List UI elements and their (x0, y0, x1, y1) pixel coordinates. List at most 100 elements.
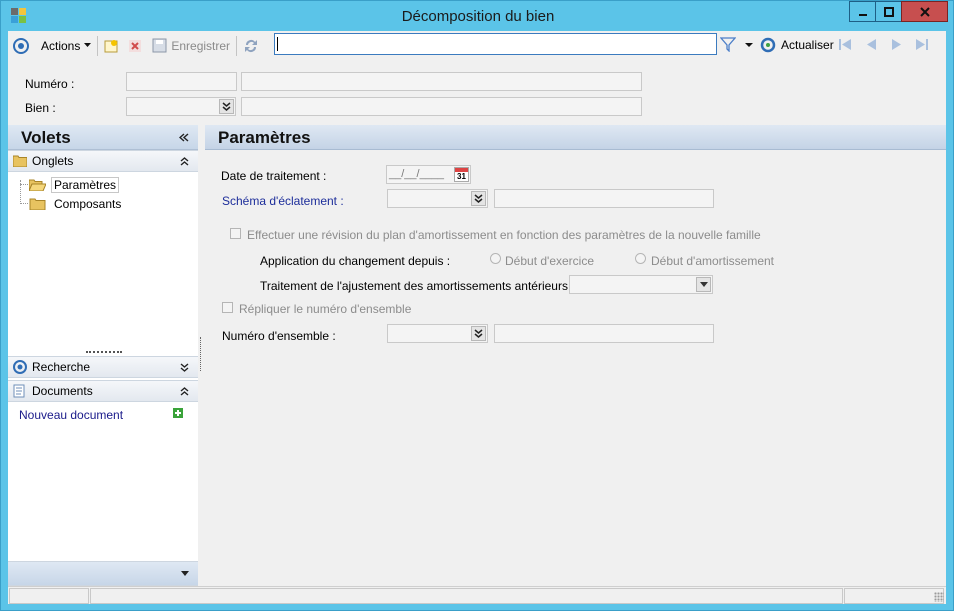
filter-dropdown-icon[interactable] (745, 43, 753, 48)
bien-combo-button[interactable] (219, 99, 234, 114)
numero-ensemble-combo-button[interactable] (471, 326, 486, 341)
repliquer-checkbox[interactable] (222, 302, 233, 313)
double-chevron-down-icon (222, 102, 231, 111)
minimize-button[interactable] (849, 1, 876, 22)
previous-record-icon[interactable] (864, 38, 878, 51)
window-title: Décomposition du bien (401, 8, 555, 25)
params-form: Date de traitement : __/__/____ 31 Schém… (205, 151, 946, 586)
save-label: Enregistrer (171, 38, 231, 53)
close-button[interactable] (901, 1, 948, 22)
numero-ensemble-label: Numéro d'ensemble : (222, 329, 336, 343)
save-button[interactable]: Enregistrer (149, 34, 233, 58)
traitement-label: Traitement de l'ajustement des amortisse… (260, 279, 575, 293)
chevron-down-icon (181, 571, 189, 576)
double-chevron-down-icon (180, 363, 189, 372)
filter-icon[interactable] (720, 36, 736, 52)
title-bar: Décomposition du bien (1, 1, 954, 31)
add-icon[interactable] (173, 408, 183, 418)
onglets-section[interactable]: Onglets (8, 150, 198, 172)
new-button[interactable] (101, 34, 121, 58)
volets-header: Volets (8, 125, 198, 150)
app-window: Décomposition du bien Actions Enregistre… (0, 0, 954, 611)
onglets-label: Onglets (32, 154, 74, 168)
double-chevron-up-icon (180, 157, 189, 166)
radio-debut-exercice[interactable] (490, 253, 501, 264)
numero-ensemble-combo[interactable] (387, 324, 488, 343)
bien-combo[interactable] (126, 97, 236, 116)
traitement-combo-button[interactable] (696, 277, 711, 292)
bien-description-field[interactable] (241, 97, 642, 116)
schema-description-field[interactable] (494, 189, 714, 208)
revision-label: Effectuer une révision du plan d'amortis… (247, 228, 761, 242)
close-icon (919, 6, 930, 17)
nav-target-button[interactable] (10, 34, 32, 58)
tree-item-composants[interactable]: Composants (29, 195, 124, 212)
splitter-grip[interactable] (86, 351, 122, 353)
tree-line (20, 203, 28, 204)
minimize-icon (858, 13, 867, 16)
document-icon (13, 384, 25, 398)
toolbar-separator (236, 35, 238, 56)
refresh-icon (760, 37, 776, 53)
dropdown-arrow-icon (84, 43, 92, 47)
last-record-icon[interactable] (915, 38, 929, 51)
actions-menu[interactable]: Actions (38, 34, 94, 58)
double-chevron-up-icon (180, 387, 189, 396)
delete-icon (129, 39, 142, 52)
application-label: Application du changement depuis : (260, 254, 451, 268)
calendar-button[interactable]: 31 (454, 167, 469, 182)
numero-description-field[interactable] (241, 72, 642, 91)
radio-debut-amortissement[interactable] (635, 253, 646, 264)
numero-ensemble-description-field[interactable] (494, 324, 714, 343)
tree-item-parametres[interactable]: Paramètres (29, 176, 120, 193)
radio-debut-amortissement-label: Début d'amortissement (651, 254, 775, 268)
params-header: Paramètres (205, 125, 946, 150)
recherche-section[interactable]: Recherche (8, 356, 198, 378)
documents-label: Documents (32, 384, 93, 398)
text-caret (277, 37, 278, 51)
schema-combo[interactable] (387, 189, 488, 208)
first-record-icon[interactable] (838, 38, 852, 51)
maximize-icon (883, 6, 894, 17)
revision-checkbox[interactable] (230, 228, 241, 239)
repliquer-label: Répliquer le numéro d'ensemble (239, 302, 412, 316)
schema-label: Schéma d'éclatement : (222, 194, 344, 208)
tree-item-label: Composants (54, 196, 122, 211)
recherche-label: Recherche (32, 360, 91, 374)
new-document-icon (104, 39, 118, 52)
folder-icon (13, 155, 27, 167)
schema-combo-button[interactable] (471, 191, 486, 206)
volets-footer[interactable] (8, 561, 198, 586)
volets-panel: Volets Onglets Paramètres Composants Rec… (8, 125, 198, 586)
status-cell (844, 588, 944, 604)
target-icon (13, 37, 29, 54)
status-cell (9, 588, 89, 604)
client-area: Actions Enregistrer Actualiser Numéro: … (8, 31, 946, 604)
actions-label: Actions (41, 38, 81, 53)
collapse-pane-icon[interactable] (179, 133, 189, 142)
params-title: Paramètres (218, 128, 311, 147)
save-icon (152, 38, 167, 53)
search-input[interactable] (274, 33, 717, 55)
documents-section[interactable]: Documents (8, 380, 198, 402)
numero-label: Numéro : (25, 77, 75, 91)
delete-button[interactable] (125, 34, 145, 58)
next-record-icon[interactable] (890, 38, 904, 51)
maximize-button[interactable] (875, 1, 902, 22)
status-bar (8, 586, 946, 604)
sync-button[interactable] (240, 34, 262, 58)
folder-icon (29, 198, 46, 210)
open-folder-icon (29, 179, 46, 191)
resize-grip[interactable] (934, 592, 944, 602)
pane-splitter[interactable] (200, 337, 201, 371)
bien-label: Bien : (25, 101, 56, 115)
traitement-combo[interactable] (569, 275, 713, 294)
refresh-button[interactable]: Actualiser (781, 38, 834, 52)
date-field[interactable]: __/__/____ 31 (386, 165, 471, 184)
numero-code-field[interactable] (126, 72, 237, 91)
new-document-link[interactable]: Nouveau document (19, 408, 123, 422)
double-chevron-down-icon (474, 194, 483, 203)
double-chevron-down-icon (474, 329, 483, 338)
status-cell (90, 588, 843, 604)
date-placeholder: __/__/____ (389, 168, 445, 180)
